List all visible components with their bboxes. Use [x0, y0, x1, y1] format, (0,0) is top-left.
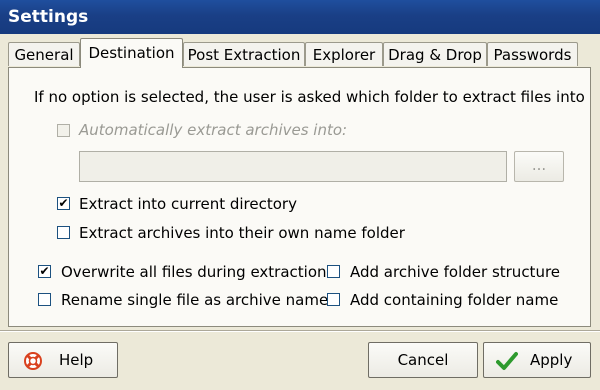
window-title: Settings	[0, 0, 600, 34]
help-button[interactable]: Help	[8, 342, 118, 378]
browse-button[interactable]: ...	[514, 151, 564, 182]
tab-drag-drop[interactable]: Drag & Drop	[383, 42, 487, 66]
apply-button[interactable]: Apply	[483, 342, 591, 378]
containing-folder-checkbox[interactable]	[327, 293, 340, 306]
rename-single-checkbox[interactable]	[38, 293, 51, 306]
tab-post-extraction[interactable]: Post Extraction	[183, 42, 305, 66]
tab-explorer[interactable]: Explorer	[305, 42, 383, 66]
lifebuoy-icon	[23, 351, 43, 371]
checkmark-icon	[496, 351, 518, 371]
auto-extract-checkbox[interactable]	[57, 124, 70, 137]
current-dir-checkbox[interactable]: ✔	[57, 197, 70, 210]
apply-label: Apply	[530, 351, 573, 369]
tab-destination[interactable]: Destination	[80, 38, 183, 68]
own-folder-checkbox[interactable]	[57, 226, 70, 239]
own-folder-label: Extract archives into their own name fol…	[79, 224, 405, 242]
tab-general[interactable]: General	[8, 42, 80, 66]
tab-passwords[interactable]: Passwords	[487, 42, 578, 66]
help-label: Help	[59, 351, 94, 369]
rename-single-label: Rename single file as archive name	[61, 291, 329, 309]
info-text: If no option is selected, the user is as…	[34, 88, 585, 106]
archive-structure-checkbox[interactable]	[327, 265, 340, 278]
destination-path-field[interactable]	[79, 151, 507, 182]
archive-structure-label: Add archive folder structure	[350, 263, 561, 281]
cancel-button[interactable]: Cancel	[368, 342, 478, 378]
containing-folder-label: Add containing folder name	[350, 291, 559, 309]
auto-extract-label: Automatically extract archives into:	[79, 121, 348, 139]
overwrite-checkbox[interactable]: ✔	[38, 265, 51, 278]
overwrite-label: Overwrite all files during extraction	[61, 263, 327, 281]
current-dir-label: Extract into current directory	[79, 195, 297, 213]
footer-divider	[0, 330, 600, 332]
